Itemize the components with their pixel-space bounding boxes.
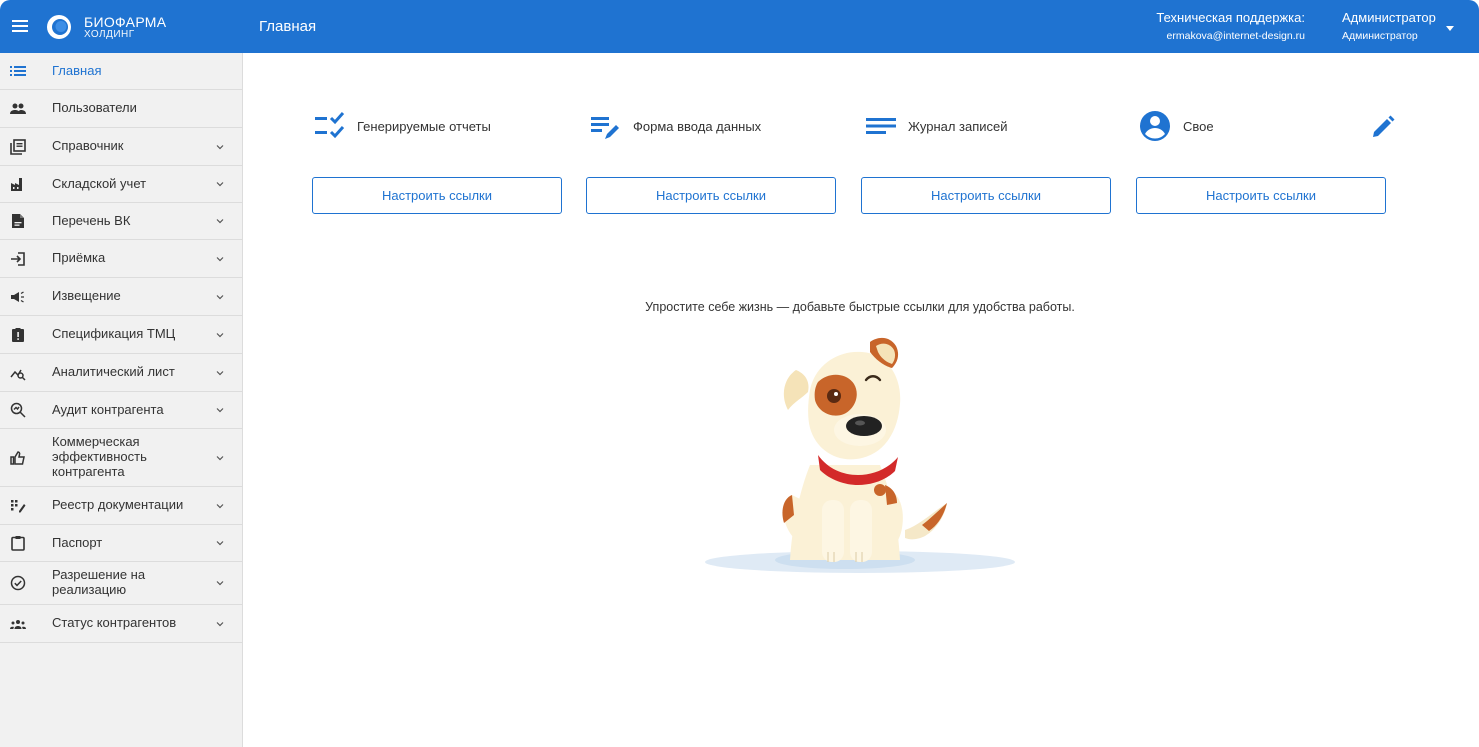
support-label: Техническая поддержка: — [1156, 10, 1305, 25]
sidebar-item-specification[interactable]: Спецификация ТМЦ — [0, 316, 242, 354]
user-role: Администратор — [1342, 30, 1418, 42]
sidebar-item-label: Статус контрагентов — [52, 615, 177, 631]
page-title: Главная — [259, 18, 317, 35]
list-icon — [10, 63, 26, 79]
sidebar-item-label: Аналитический лист — [52, 364, 175, 380]
configure-links-button-custom[interactable]: Настроить ссылки — [1136, 177, 1386, 214]
clipboard-alert-icon — [10, 327, 26, 343]
campaign-icon — [10, 289, 26, 305]
logo-text[interactable]: БИОФАРМА ХОЛДИНГ — [84, 15, 166, 40]
caret-down-icon[interactable] — [1446, 26, 1454, 31]
chevron-down-icon[interactable] — [216, 620, 224, 628]
chevron-down-icon[interactable] — [216, 217, 224, 225]
sidebar-item-label: Справочник — [52, 138, 124, 154]
logo-icon — [47, 15, 71, 39]
groups-icon — [10, 616, 26, 632]
chevron-down-icon[interactable] — [216, 539, 224, 547]
sidebar-item-home[interactable]: Главная — [0, 53, 242, 90]
sidebar-item-users[interactable]: Пользователи — [0, 90, 242, 128]
quick-link-custom[interactable]: Свое — [1139, 108, 1214, 144]
sidebar-item-label: Спецификация ТМЦ — [52, 326, 176, 342]
quick-link-reports[interactable]: Генерируемые отчеты — [313, 108, 491, 144]
sidebar-item-warehouse[interactable]: Складской учет — [0, 166, 242, 203]
check-circle-icon — [10, 575, 26, 591]
top-bar: БИОФАРМА ХОЛДИНГ Главная Техническая под… — [0, 0, 1479, 53]
sidebar-item-label: Коммерческая эффективность контрагента — [52, 434, 147, 479]
thumb-up-icon — [10, 450, 26, 466]
quick-link-label: Свое — [1183, 118, 1214, 134]
configure-links-button-reports[interactable]: Настроить ссылки — [312, 177, 562, 214]
document-icon — [10, 213, 26, 229]
edit-note-icon — [591, 117, 619, 139]
sidebar-item-audit[interactable]: Аудит контрагента — [0, 392, 242, 429]
sidebar-item-label: Извещение — [52, 288, 121, 304]
chevron-down-icon[interactable] — [216, 369, 224, 377]
chevron-down-icon[interactable] — [216, 454, 224, 462]
chevron-down-icon[interactable] — [216, 255, 224, 263]
support-email[interactable]: ermakova@internet-design.ru — [1156, 31, 1305, 42]
sidebar-item-doc-registry[interactable]: Реестр документации — [0, 487, 242, 525]
sidebar-item-label: Приёмка — [52, 250, 106, 266]
sidebar-item-label: Разрешение на реализацию — [52, 567, 146, 597]
notes-icon — [866, 118, 896, 134]
people-icon — [10, 101, 26, 117]
sidebar-item-notice[interactable]: Извещение — [0, 278, 242, 316]
sidebar-item-label: Складской учет — [52, 175, 147, 191]
sidebar-item-label: Паспорт — [52, 534, 103, 550]
library-icon — [10, 138, 26, 155]
empty-state-hint: Упростите себе жизнь — добавьте быстрые … — [645, 300, 1075, 314]
login-icon — [10, 251, 26, 267]
chevron-down-icon[interactable] — [216, 180, 224, 188]
support-info: Техническая поддержка: ermakova@internet… — [1156, 11, 1305, 42]
quick-link-journal[interactable]: Журнал записей — [864, 108, 1008, 144]
sidebar-item-label: Главная — [52, 62, 102, 78]
logo-line-1: БИОФАРМА — [84, 14, 167, 30]
sidebar-item-acceptance[interactable]: Приёмка — [0, 240, 242, 278]
configure-links-button-journal[interactable]: Настроить ссылки — [861, 177, 1111, 214]
sidebar-item-analytics[interactable]: Аналитический лист — [0, 354, 242, 392]
user-name: Администратор — [1342, 10, 1436, 25]
sidebar-item-label: Реестр документации — [52, 497, 184, 513]
sidebar-item-label: Аудит контрагента — [52, 401, 164, 417]
chevron-down-icon[interactable] — [216, 502, 224, 510]
analytics-search-icon — [10, 365, 26, 381]
chevron-down-icon[interactable] — [216, 143, 224, 151]
quick-link-label: Журнал записей — [908, 118, 1008, 134]
chevron-down-icon[interactable] — [216, 293, 224, 301]
registry-icon — [10, 498, 26, 514]
sidebar-item-directory[interactable]: Справочник — [0, 128, 242, 166]
quick-link-data-entry[interactable]: Форма ввода данных — [589, 108, 761, 144]
configure-links-button-data-entry[interactable]: Настроить ссылки — [586, 177, 836, 214]
sidebar-item-vk-list[interactable]: Перечень ВК — [0, 203, 242, 240]
account-circle-icon — [1140, 111, 1170, 141]
checklist-icon — [315, 112, 345, 139]
sidebar-item-passport[interactable]: Паспорт — [0, 525, 242, 562]
zoom-audit-icon — [10, 402, 26, 418]
quick-link-label: Генерируемые отчеты — [357, 118, 491, 134]
clipboard-icon — [10, 535, 26, 551]
chevron-down-icon[interactable] — [216, 579, 224, 587]
user-menu[interactable]: Администратор Администратор — [1342, 11, 1436, 42]
chevron-down-icon[interactable] — [216, 331, 224, 339]
chevron-down-icon[interactable] — [216, 406, 224, 414]
dog-illustration — [705, 337, 1015, 573]
sidebar-item-label: Перечень ВК — [52, 212, 131, 228]
pencil-icon[interactable] — [1370, 114, 1396, 140]
quick-link-label: Форма ввода данных — [633, 118, 762, 134]
sidebar-item-label: Пользователи — [52, 100, 137, 116]
sidebar-item-sale-permit[interactable]: Разрешение на реализацию — [0, 562, 242, 605]
menu-icon[interactable] — [10, 17, 30, 35]
sidebar-item-commercial-efficiency[interactable]: Коммерческая эффективность контрагента — [0, 429, 242, 487]
sidebar: Главная Пользователи Справочник Складско… — [0, 53, 243, 747]
logo-line-2: ХОЛДИНГ — [84, 29, 135, 40]
sidebar-item-counterparty-status[interactable]: Статус контрагентов — [0, 605, 242, 643]
factory-icon — [10, 176, 26, 192]
